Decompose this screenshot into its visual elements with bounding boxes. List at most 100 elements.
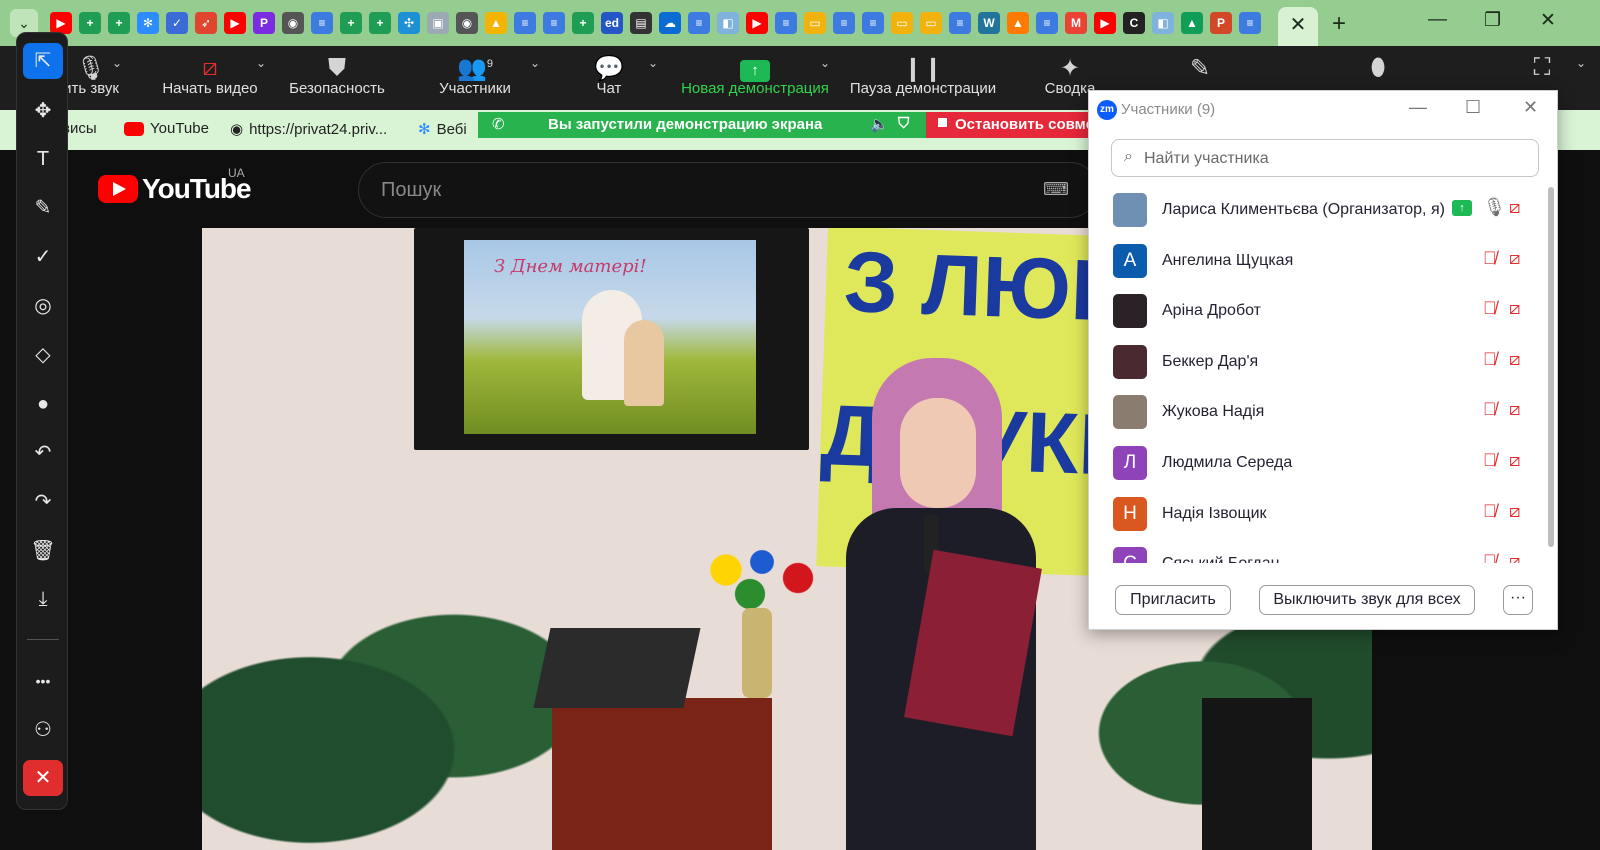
participant-row[interactable]: А Ангелина Щуцкая 🎙̸ ⧄ bbox=[1089, 238, 1547, 288]
draw-pen-icon[interactable]: ✎ bbox=[23, 190, 63, 226]
restore-icon[interactable]: ❐ bbox=[1484, 9, 1501, 32]
pin-icon[interactable]: ✆ bbox=[492, 115, 505, 133]
chevron-down-icon[interactable]: ⌄ bbox=[530, 56, 540, 70]
doc-tab-icon[interactable]: ≡ bbox=[1036, 12, 1058, 34]
wordpress-tab-icon[interactable]: W bbox=[978, 12, 1000, 34]
chevron-down-icon[interactable]: ⌄ bbox=[820, 56, 830, 70]
start-video-button[interactable]: ⧄ Начать видео bbox=[158, 46, 262, 110]
drive-tab-icon[interactable]: ▲ bbox=[485, 12, 507, 34]
plus-green-tab-icon[interactable]: + bbox=[340, 12, 362, 34]
contact-tab-icon[interactable]: ▤ bbox=[630, 12, 652, 34]
keyboard-icon[interactable]: ⌨ bbox=[1043, 179, 1069, 200]
app-tab-icon[interactable]: ◧ bbox=[1152, 12, 1174, 34]
new-tab-button[interactable]: + bbox=[1332, 10, 1346, 38]
youtube-tab-icon[interactable]: ▶ bbox=[1094, 12, 1116, 34]
participant-list-scrollbar[interactable] bbox=[1547, 181, 1555, 561]
participant-row[interactable]: Н Надія Ізвощик 🎙̸ ⧄ bbox=[1089, 491, 1547, 541]
doc-tab-icon[interactable]: ≡ bbox=[833, 12, 855, 34]
doc-tab-icon[interactable]: ≡ bbox=[949, 12, 971, 34]
close-annotation-icon[interactable]: ✕ bbox=[23, 760, 63, 796]
doc-tab-icon[interactable]: ≡ bbox=[1239, 12, 1261, 34]
mic-muted-icon[interactable]: 🎙̸ bbox=[1483, 349, 1497, 370]
stamp-check-icon[interactable]: ✓ bbox=[23, 239, 63, 275]
app-tab-icon[interactable]: ◧ bbox=[717, 12, 739, 34]
pause-share-button[interactable]: ❙❙ Пауза демонстрации bbox=[848, 46, 998, 110]
globe-tab-icon[interactable]: ◉ bbox=[456, 12, 478, 34]
active-tab[interactable]: ✕ bbox=[1278, 7, 1318, 46]
more-icon[interactable]: ••• bbox=[23, 663, 63, 699]
move-icon[interactable]: ✥ bbox=[23, 93, 63, 129]
youtube-tab-icon[interactable]: ▶ bbox=[746, 12, 768, 34]
minimize-icon[interactable]: — bbox=[1428, 9, 1447, 31]
mute-all-button[interactable]: Выключить звук для всех bbox=[1259, 585, 1475, 615]
participant-row[interactable]: Беккер Дар'я 🎙̸ ⧄ bbox=[1089, 339, 1547, 389]
participant-search-input[interactable]: ⌕ Найти участника bbox=[1111, 139, 1539, 177]
chart-tab-icon[interactable]: ✓ bbox=[166, 12, 188, 34]
participants-button[interactable]: 👥9 Участники bbox=[430, 46, 520, 110]
participant-row[interactable]: Жукова Надія 🎙̸ ⧄ bbox=[1089, 389, 1547, 439]
chevron-down-icon[interactable]: ⌄ bbox=[256, 56, 266, 70]
plus-green-tab-icon[interactable]: + bbox=[108, 12, 130, 34]
video-off-icon[interactable]: ⧄ bbox=[1509, 501, 1520, 522]
doc-tab-icon[interactable]: ≡ bbox=[862, 12, 884, 34]
chevron-down-icon[interactable]: ⌄ bbox=[112, 56, 122, 70]
doc-tab-icon[interactable]: ≡ bbox=[514, 12, 536, 34]
video-off-icon[interactable]: ⧄ bbox=[1509, 450, 1520, 471]
doc-tab-icon[interactable]: ≡ bbox=[688, 12, 710, 34]
new-share-button[interactable]: ↑ Новая демонстрация bbox=[680, 46, 830, 110]
spotlight-icon[interactable]: ◎ bbox=[23, 288, 63, 324]
maximize-icon[interactable]: ☐ bbox=[1465, 97, 1481, 118]
plus-green-tab-icon[interactable]: + bbox=[79, 12, 101, 34]
participant-row[interactable]: Аріна Дробот 🎙̸ ⧄ bbox=[1089, 288, 1547, 338]
app-p-tab-icon[interactable]: P bbox=[253, 12, 275, 34]
redo-icon[interactable]: ↷ bbox=[23, 484, 63, 520]
drive-tab-icon[interactable]: ▲ bbox=[1181, 12, 1203, 34]
bookmark-privat24[interactable]: ◉ https://privat24.priv... bbox=[230, 120, 387, 138]
eraser-icon[interactable]: ◇ bbox=[23, 337, 63, 373]
mic-muted-icon[interactable]: 🎙̸ bbox=[1483, 450, 1497, 471]
app-c-tab-icon[interactable]: C bbox=[1123, 12, 1145, 34]
color-dot-icon[interactable]: ● bbox=[23, 386, 63, 422]
trash-icon[interactable]: 🗑 bbox=[23, 533, 63, 569]
youtube-logo[interactable]: YouTube UA bbox=[98, 166, 252, 206]
speaker-icon[interactable]: 🔈 bbox=[870, 115, 889, 133]
invite-button[interactable]: Пригласить bbox=[1115, 585, 1231, 615]
video-off-icon[interactable]: ⧄ bbox=[1509, 248, 1520, 269]
mic-muted-icon[interactable]: 🎙̸ bbox=[1483, 501, 1497, 522]
close-window-icon[interactable]: ✕ bbox=[1540, 9, 1556, 32]
chevron-down-icon[interactable]: ⌄ bbox=[648, 56, 658, 70]
plus-green-tab-icon[interactable]: + bbox=[572, 12, 594, 34]
gmail-tab-icon[interactable]: M bbox=[1065, 12, 1087, 34]
minimize-icon[interactable]: — bbox=[1409, 97, 1427, 118]
app-tab-icon[interactable]: ➶ bbox=[195, 12, 217, 34]
puzzle-tab-icon[interactable]: ✣ bbox=[398, 12, 420, 34]
onedrive-tab-icon[interactable]: ☁ bbox=[659, 12, 681, 34]
scrollbar-thumb[interactable] bbox=[1548, 187, 1554, 547]
app-orange-tab-icon[interactable]: ▲ bbox=[1007, 12, 1029, 34]
globe-tab-icon[interactable]: ◉ bbox=[282, 12, 304, 34]
powerpoint-tab-icon[interactable]: P bbox=[1210, 12, 1232, 34]
close-icon[interactable]: ✕ bbox=[1290, 14, 1307, 36]
participant-row[interactable]: Л Людмила Середа 🎙̸ ⧄ bbox=[1089, 440, 1547, 490]
video-off-icon[interactable]: ⧄ bbox=[1509, 551, 1520, 563]
chevron-down-icon[interactable]: ⌄ bbox=[1576, 56, 1586, 70]
mic-muted-icon[interactable]: 🎙̸ bbox=[1483, 248, 1497, 269]
video-off-icon[interactable]: ⧄ bbox=[1509, 197, 1520, 218]
microphone-icon[interactable]: 🎙 bbox=[1483, 197, 1506, 218]
youtube-tab-icon[interactable]: ▶ bbox=[50, 12, 72, 34]
bookmark-webinar[interactable]: ✻ Вебі bbox=[418, 120, 467, 138]
plus-green-tab-icon[interactable]: + bbox=[369, 12, 391, 34]
youtube-tab-icon[interactable]: ▶ bbox=[224, 12, 246, 34]
undo-icon[interactable]: ↶ bbox=[23, 435, 63, 471]
slides-tab-icon[interactable]: ▭ bbox=[920, 12, 942, 34]
video-off-icon[interactable]: ⧄ bbox=[1509, 399, 1520, 420]
doc-tab-icon[interactable]: ≡ bbox=[543, 12, 565, 34]
participant-row[interactable]: С Сяський Богдан 🎙̸ ⧄ bbox=[1089, 541, 1547, 563]
participant-annotate-icon[interactable]: ⚇ bbox=[23, 712, 63, 748]
mic-muted-icon[interactable]: 🎙̸ bbox=[1483, 298, 1497, 319]
doc-tab-icon[interactable]: ≡ bbox=[775, 12, 797, 34]
slides-tab-icon[interactable]: ▭ bbox=[804, 12, 826, 34]
slides-tab-icon[interactable]: ▭ bbox=[891, 12, 913, 34]
doc-tab-icon[interactable]: ≡ bbox=[311, 12, 333, 34]
download-icon[interactable]: ⤓ bbox=[23, 581, 63, 617]
